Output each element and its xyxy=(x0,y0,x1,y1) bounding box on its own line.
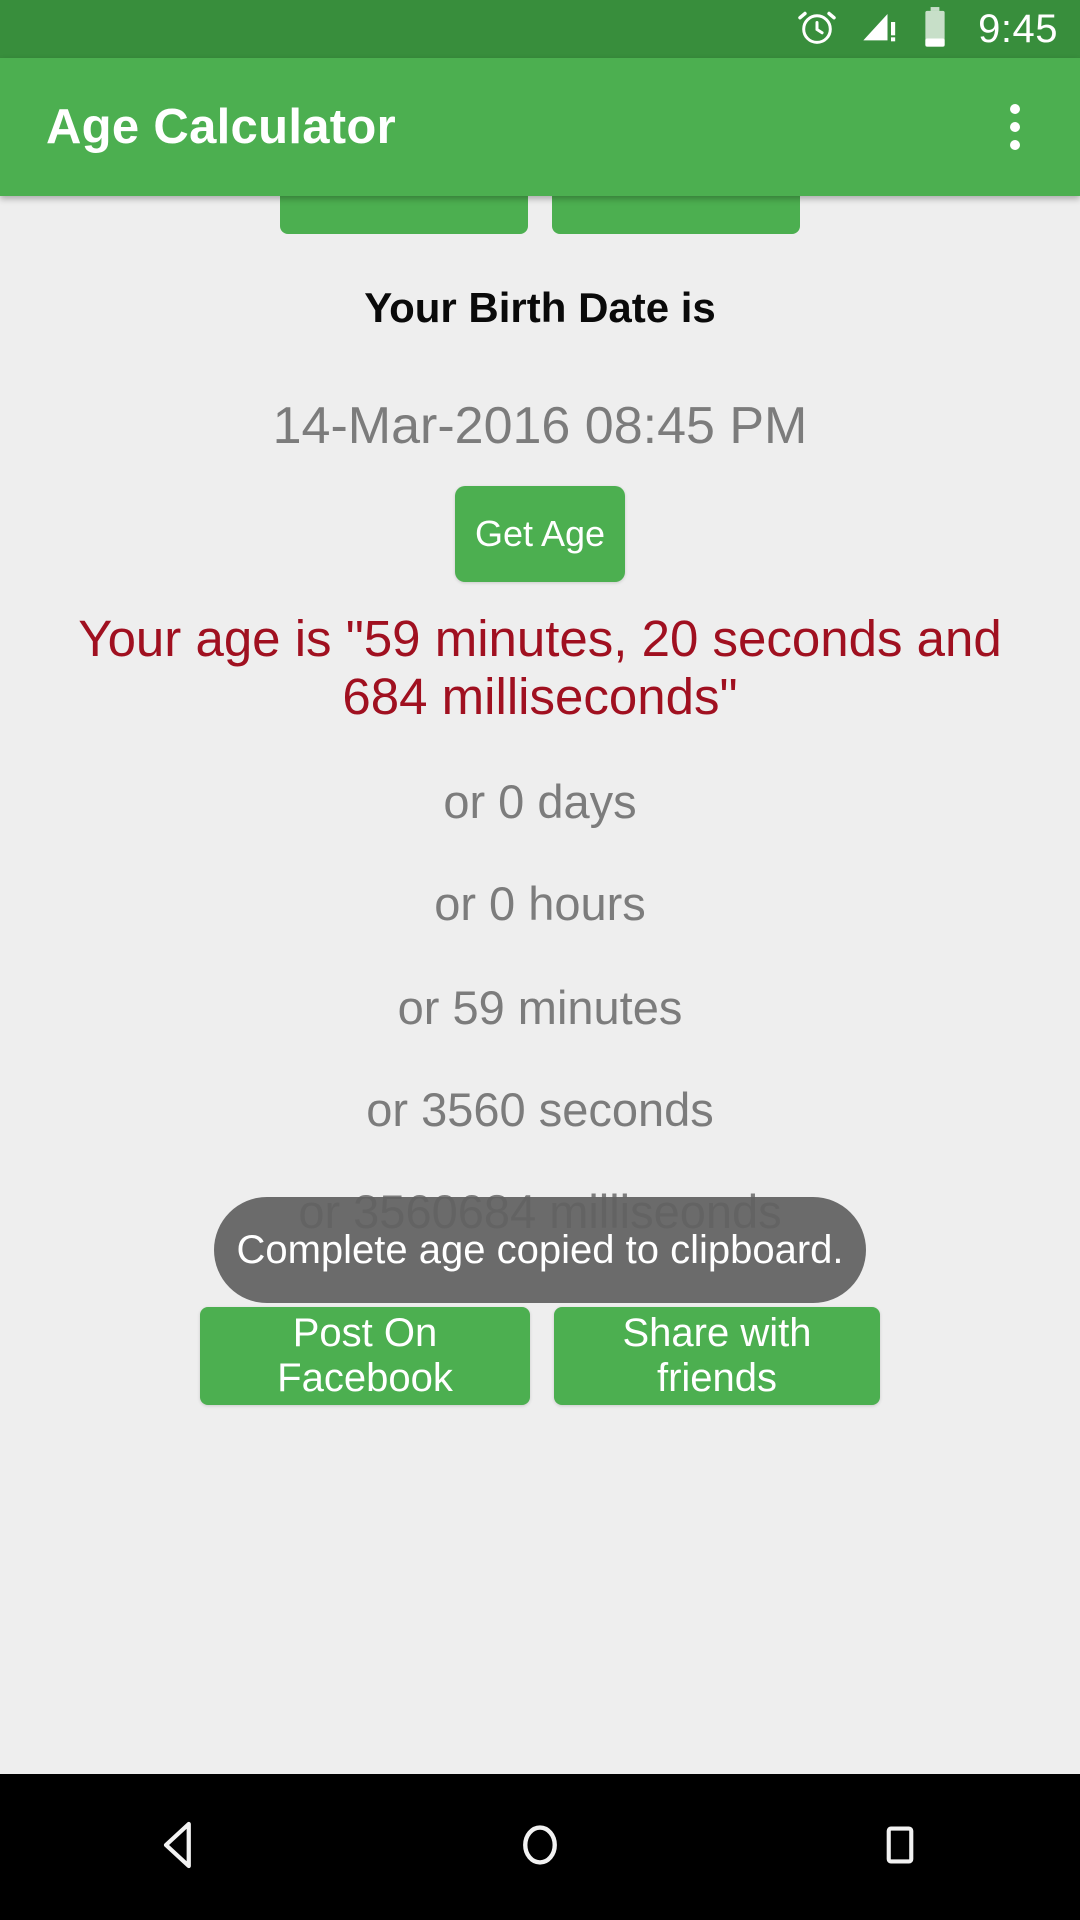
overflow-dot xyxy=(1010,140,1020,150)
alternate-unit-seconds: or 3560 seconds xyxy=(366,1083,714,1136)
overflow-dot xyxy=(1010,104,1020,114)
main-content: Your Birth Date is 14-Mar-2016 08:45 PM … xyxy=(0,196,1080,1474)
status-bar-icons: 9:45 xyxy=(796,6,1058,53)
birth-date-value: 14-Mar-2016 08:45 PM xyxy=(272,397,808,455)
signal-warning-icon xyxy=(860,7,900,52)
share-with-friends-button[interactable]: Share with friends xyxy=(554,1307,880,1405)
alternate-unit-days: or 0 days xyxy=(443,775,637,828)
nav-recents-button[interactable] xyxy=(810,1774,990,1920)
overflow-menu-icon[interactable] xyxy=(994,90,1036,164)
nav-home-button[interactable] xyxy=(450,1774,630,1920)
share-button-row: Post On Facebook Share with friends xyxy=(0,1307,1080,1405)
birth-date-heading: Your Birth Date is xyxy=(364,284,716,331)
back-icon xyxy=(150,1815,210,1880)
overflow-dot xyxy=(1010,122,1020,132)
status-bar-clock: 9:45 xyxy=(978,6,1058,51)
post-on-facebook-button[interactable]: Post On Facebook xyxy=(200,1307,530,1405)
age-result-text: Your age is "59 minutes, 20 seconds and … xyxy=(78,610,1002,726)
toast-notification: Complete age copied to clipboard. xyxy=(214,1197,866,1303)
scrolled-top-button-row xyxy=(0,196,1080,234)
alternate-unit-hours: or 0 hours xyxy=(434,877,646,930)
phone-screen: 9:45 Age Calculator Your Birth Date is 1… xyxy=(0,0,1080,1920)
status-bar: 9:45 xyxy=(0,0,1080,58)
set-birth-date-button[interactable] xyxy=(280,196,528,234)
nav-back-button[interactable] xyxy=(90,1774,270,1920)
alternate-unit-minutes: or 59 minutes xyxy=(397,981,683,1034)
get-age-button[interactable]: Get Age xyxy=(455,486,625,582)
set-birth-time-button[interactable] xyxy=(552,196,800,234)
alarm-icon xyxy=(796,6,838,53)
toast-message: Complete age copied to clipboard. xyxy=(236,1227,844,1272)
home-icon xyxy=(511,1816,569,1879)
app-bar: Age Calculator xyxy=(0,58,1080,196)
recents-icon xyxy=(874,1819,926,1876)
android-navigation-bar xyxy=(0,1774,1080,1920)
app-title: Age Calculator xyxy=(46,100,396,154)
battery-icon xyxy=(922,6,948,53)
